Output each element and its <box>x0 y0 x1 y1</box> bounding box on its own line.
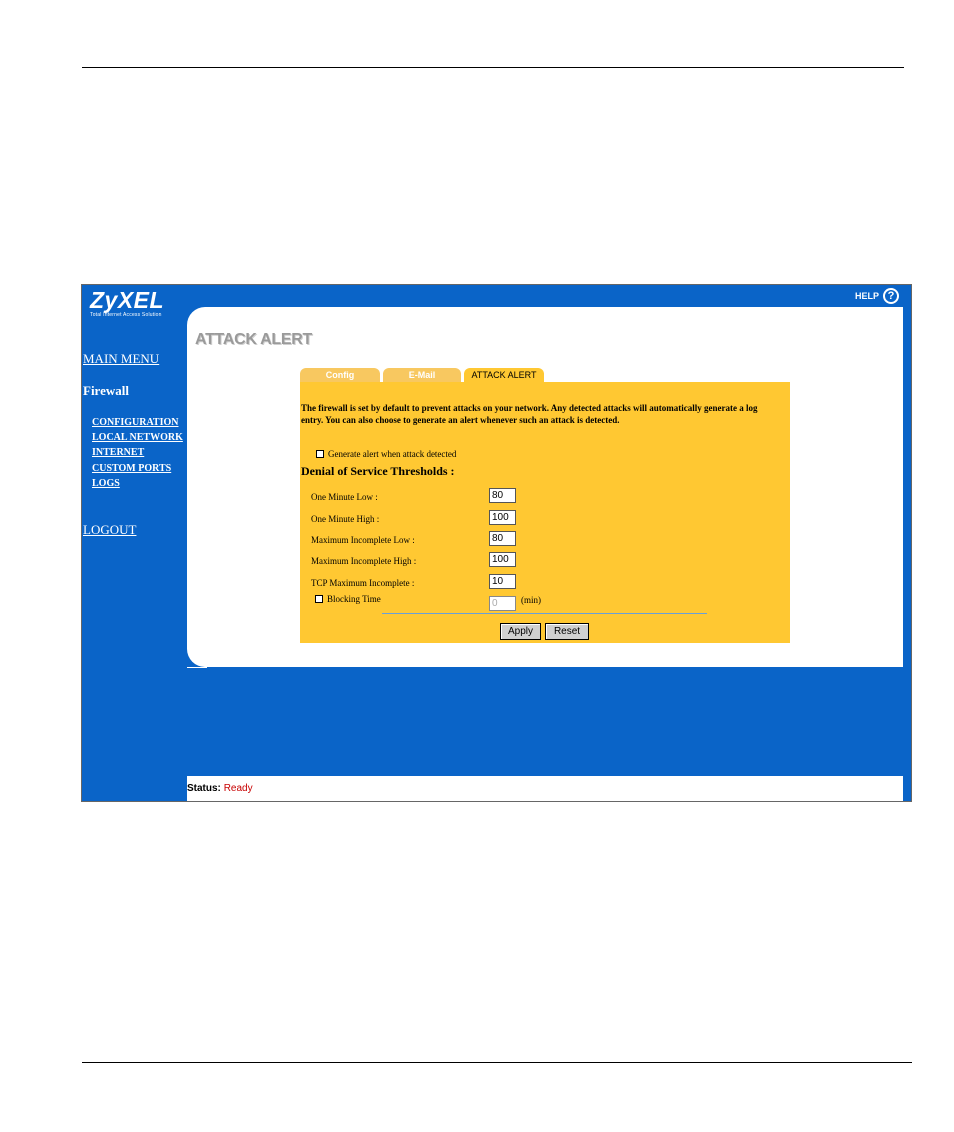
sidebar-item-internet[interactable]: INTERNET <box>92 447 144 458</box>
browser-screenshot: ZyXEL Total Internet Access Solution HEL… <box>81 284 912 802</box>
main-menu-link[interactable]: MAIN MENU <box>83 351 159 367</box>
reset-button[interactable]: Reset <box>545 623 589 640</box>
one-minute-low-input[interactable]: 80 <box>489 488 516 503</box>
content-underline <box>187 667 207 668</box>
sidebar-item-local-network[interactable]: LOCAL NETWORK <box>92 432 183 443</box>
blocking-time-row: Blocking Time <box>315 594 381 604</box>
content-area: ATTACK ALERT Config E-Mail ATTACK ALERT … <box>187 307 903 667</box>
tcp-max-incomplete-input[interactable]: 10 <box>489 574 516 589</box>
description-text: The firewall is set by default to preven… <box>301 403 758 425</box>
one-minute-low-label: One Minute Low : <box>311 492 378 502</box>
sidebar-section-title: Firewall <box>83 383 129 398</box>
page-title: ATTACK ALERT <box>195 331 312 348</box>
tab-attack-alert[interactable]: ATTACK ALERT <box>464 368 544 383</box>
generate-alert-checkbox[interactable] <box>316 450 324 458</box>
one-minute-high-input[interactable]: 100 <box>489 510 516 525</box>
page-top-rule <box>82 67 904 68</box>
tab-email[interactable]: E-Mail <box>383 368 461 383</box>
tcp-max-incomplete-label: TCP Maximum Incomplete : <box>311 578 415 588</box>
zyxel-logo: ZyXEL Total Internet Access Solution <box>90 287 164 318</box>
logo-tagline: Total Internet Access Solution <box>90 312 162 318</box>
max-incomplete-low-input[interactable]: 80 <box>489 531 516 546</box>
blocking-time-label: Blocking Time <box>327 594 381 604</box>
logout-link[interactable]: LOGOUT <box>83 522 136 538</box>
status-bar: Status: Ready <box>187 776 903 801</box>
separator-line <box>382 613 707 614</box>
page-bottom-rule <box>82 1062 912 1063</box>
sidebar-item-configuration[interactable]: CONFIGURATION <box>92 417 178 428</box>
blocking-time-input[interactable]: 0 <box>489 596 516 611</box>
attack-alert-panel: The firewall is set by default to preven… <box>300 382 790 643</box>
status-value: Ready <box>223 783 253 794</box>
logo-text: ZyXEL <box>90 287 165 313</box>
dos-thresholds-title: Denial of Service Thresholds : <box>301 464 455 478</box>
help-label: HELP <box>854 291 879 301</box>
question-icon: ? <box>883 288 899 304</box>
tab-config[interactable]: Config <box>300 368 380 383</box>
status-label: Status: <box>187 783 221 794</box>
max-incomplete-low-label: Maximum Incomplete Low : <box>311 535 415 545</box>
generate-alert-row: Generate alert when attack detected <box>316 449 456 459</box>
sidebar-item-custom-ports[interactable]: CUSTOM PORTS <box>92 463 171 474</box>
blocking-time-unit: (min) <box>521 595 541 605</box>
max-incomplete-high-label: Maximum Incomplete High : <box>311 556 417 566</box>
max-incomplete-high-input[interactable]: 100 <box>489 552 516 567</box>
generate-alert-label: Generate alert when attack detected <box>328 449 457 459</box>
sidebar-item-logs[interactable]: LOGS <box>92 478 120 489</box>
apply-button[interactable]: Apply <box>500 623 541 640</box>
blocking-time-checkbox[interactable] <box>315 595 323 603</box>
one-minute-high-label: One Minute High : <box>311 514 380 524</box>
help-button[interactable]: HELP ? <box>855 288 899 304</box>
